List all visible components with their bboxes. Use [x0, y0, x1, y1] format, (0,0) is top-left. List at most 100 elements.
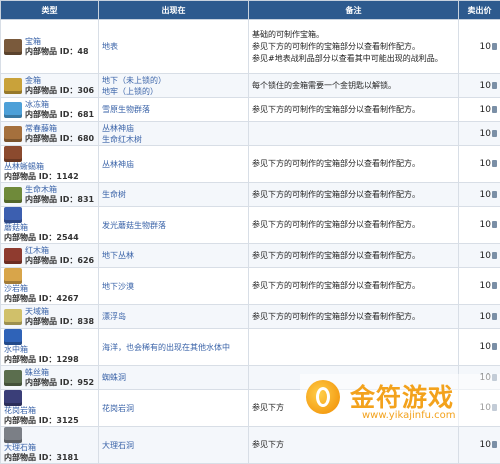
- notes-cell: 参见下方的可制作的宝箱部分以查看制作配方。: [249, 305, 459, 329]
- item-id-value: 1142: [56, 172, 78, 181]
- chest-icon[interactable]: [4, 78, 22, 94]
- table-row: 大理石箱内部物品 ID：3181大理石洞参见下方10: [1, 427, 500, 464]
- chest-name-link[interactable]: 天域箱: [25, 307, 94, 317]
- location-link[interactable]: 丛林神庙: [102, 159, 245, 170]
- chest-icon[interactable]: [4, 329, 22, 345]
- location-cell: 地下丛林: [99, 244, 249, 268]
- notes-cell: 参见下方的可制作的宝箱部分以查看制作配方。: [249, 207, 459, 244]
- location-cell: 花岗岩洞: [99, 390, 249, 427]
- chest-icon[interactable]: [4, 248, 22, 264]
- item-id-label: 内部物品 ID：: [4, 233, 56, 242]
- notes-cell: 参见下方的可制作的宝箱部分以查看制作配方。: [249, 183, 459, 207]
- note-line: 参见下方的可制作的宝箱部分以查看制作配方。: [252, 158, 455, 170]
- header-type: 类型: [1, 1, 99, 20]
- chest-name-link[interactable]: 生命木箱: [25, 185, 94, 195]
- location-link[interactable]: 地表: [102, 41, 245, 52]
- price-value: 10: [480, 190, 491, 200]
- item-id-value: 2544: [56, 233, 78, 242]
- chest-icon[interactable]: [4, 126, 22, 142]
- location-cell: 大理石洞: [99, 427, 249, 464]
- location-link[interactable]: 丛林神庙: [102, 123, 245, 134]
- location-link[interactable]: 地牢（上锁的）: [102, 86, 245, 97]
- item-id-label: 内部物品 ID：: [4, 294, 56, 303]
- chest-icon[interactable]: [4, 370, 22, 386]
- price-cell: 10: [459, 183, 500, 207]
- chest-name-link[interactable]: 大理石箱: [4, 443, 79, 453]
- item-id-value: 626: [77, 256, 94, 265]
- chest-name-link[interactable]: 蘑菇箱: [4, 223, 79, 233]
- price-value: 10: [480, 342, 491, 352]
- location-link[interactable]: 地下丛林: [102, 250, 245, 261]
- silver-coin-icon: [492, 252, 497, 259]
- silver-coin-icon: [492, 221, 497, 228]
- chest-name-link[interactable]: 常春藤箱: [25, 124, 94, 134]
- item-id-label: 内部物品 ID：: [25, 378, 77, 387]
- item-id-label: 内部物品 ID：: [25, 134, 77, 143]
- notes-cell: 参见下方的可制作的宝箱部分以查看制作配方。: [249, 146, 459, 183]
- chest-name-link[interactable]: 丛林蜥蜴箱: [4, 162, 79, 172]
- location-link[interactable]: 蜘蛛洞: [102, 372, 245, 383]
- silver-coin-icon: [492, 441, 497, 448]
- chest-name-link[interactable]: 蛛丝箱: [25, 368, 94, 378]
- chest-name-link[interactable]: 花岗岩箱: [4, 406, 79, 416]
- price-value: 10: [480, 105, 491, 115]
- location-link[interactable]: 地下（未上锁的）: [102, 75, 245, 86]
- price-cell: 10: [459, 305, 500, 329]
- location-link[interactable]: 生命红木树: [102, 134, 245, 145]
- header-notes: 备注: [249, 1, 459, 20]
- chest-icon[interactable]: [4, 187, 22, 203]
- note-line: 参见#地表战利品部分以查看其中可能出现的战利品。: [252, 53, 455, 65]
- type-cell: 红木箱内部物品 ID：626: [1, 244, 99, 268]
- chest-icon[interactable]: [4, 268, 22, 284]
- type-cell: 常春藤箱内部物品 ID：680: [1, 122, 99, 146]
- item-id-label: 内部物品 ID：: [25, 317, 77, 326]
- chest-icon[interactable]: [4, 427, 22, 443]
- price-cell: 10: [459, 146, 500, 183]
- chest-name-link[interactable]: 宝箱: [25, 37, 89, 47]
- location-link[interactable]: 生命树: [102, 189, 245, 200]
- location-link[interactable]: 雪原生物群落: [102, 104, 245, 115]
- location-link[interactable]: 地下沙漠: [102, 281, 245, 292]
- type-cell: 沙岩箱内部物品 ID：4267: [1, 268, 99, 305]
- chest-icon[interactable]: [4, 102, 22, 118]
- chest-icon[interactable]: [4, 390, 22, 406]
- silver-coin-icon: [492, 43, 497, 50]
- chest-name-link[interactable]: 冰冻箱: [25, 100, 94, 110]
- price-value: 10: [480, 440, 491, 450]
- table-row: 蘑菇箱内部物品 ID：2544 发光蘑菇生物群落参见下方的可制作的宝箱部分以查看制…: [1, 207, 500, 244]
- type-cell: 冰冻箱内部物品 ID：681: [1, 98, 99, 122]
- table-row: 常春藤箱内部物品 ID：680丛林神庙生命红木树10: [1, 122, 500, 146]
- chest-name-link[interactable]: 水中箱: [4, 345, 79, 355]
- chest-icon[interactable]: [4, 207, 22, 223]
- chest-name-link[interactable]: 红木箱: [25, 246, 94, 256]
- price-cell: 10: [459, 74, 500, 98]
- price-value: 10: [480, 373, 491, 383]
- item-id-value: 680: [77, 134, 94, 143]
- price-value: 10: [480, 129, 491, 139]
- chest-icon[interactable]: [4, 39, 22, 55]
- item-id-value: 48: [77, 47, 88, 56]
- table-row: 冰冻箱内部物品 ID：681雪原生物群落参见下方的可制作的宝箱部分以查看制作配方…: [1, 98, 500, 122]
- location-link[interactable]: 大理石洞: [102, 440, 245, 451]
- type-cell: 生命木箱内部物品 ID：831: [1, 183, 99, 207]
- location-link[interactable]: 花岗岩洞: [102, 403, 245, 414]
- location-link[interactable]: 发光蘑菇生物群落: [102, 220, 245, 231]
- chest-name-link[interactable]: 金箱: [25, 76, 94, 86]
- price-cell: 10: [459, 268, 500, 305]
- location-link[interactable]: 海洋，也会稀有的出现在其他水体中: [102, 342, 245, 353]
- item-id-label: 内部物品 ID：: [4, 453, 56, 462]
- table-row: 丛林蜥蜴箱内部物品 ID：1142丛林神庙参见下方的可制作的宝箱部分以查看制作配…: [1, 146, 500, 183]
- table-row: 宝箱内部物品 ID：48地表基础的可制作宝箱。参见下方的可制作的宝箱部分以查看制…: [1, 20, 500, 74]
- item-id-label: 内部物品 ID：: [25, 86, 77, 95]
- chest-icon[interactable]: [4, 146, 22, 162]
- location-link[interactable]: 漂浮岛: [102, 311, 245, 322]
- price-cell: 10: [459, 98, 500, 122]
- table-row: 花岗岩箱内部物品 ID：3125花岗岩洞参见下方10: [1, 390, 500, 427]
- chest-name-link[interactable]: 沙岩箱: [4, 284, 79, 294]
- notes-cell: 参见下方的可制作的宝箱部分以查看制作配方。: [249, 244, 459, 268]
- notes-cell: 参见下方: [249, 427, 459, 464]
- price-value: 10: [480, 403, 491, 413]
- chest-icon[interactable]: [4, 309, 22, 325]
- price-value: 10: [480, 251, 491, 261]
- price-value: 10: [480, 81, 491, 91]
